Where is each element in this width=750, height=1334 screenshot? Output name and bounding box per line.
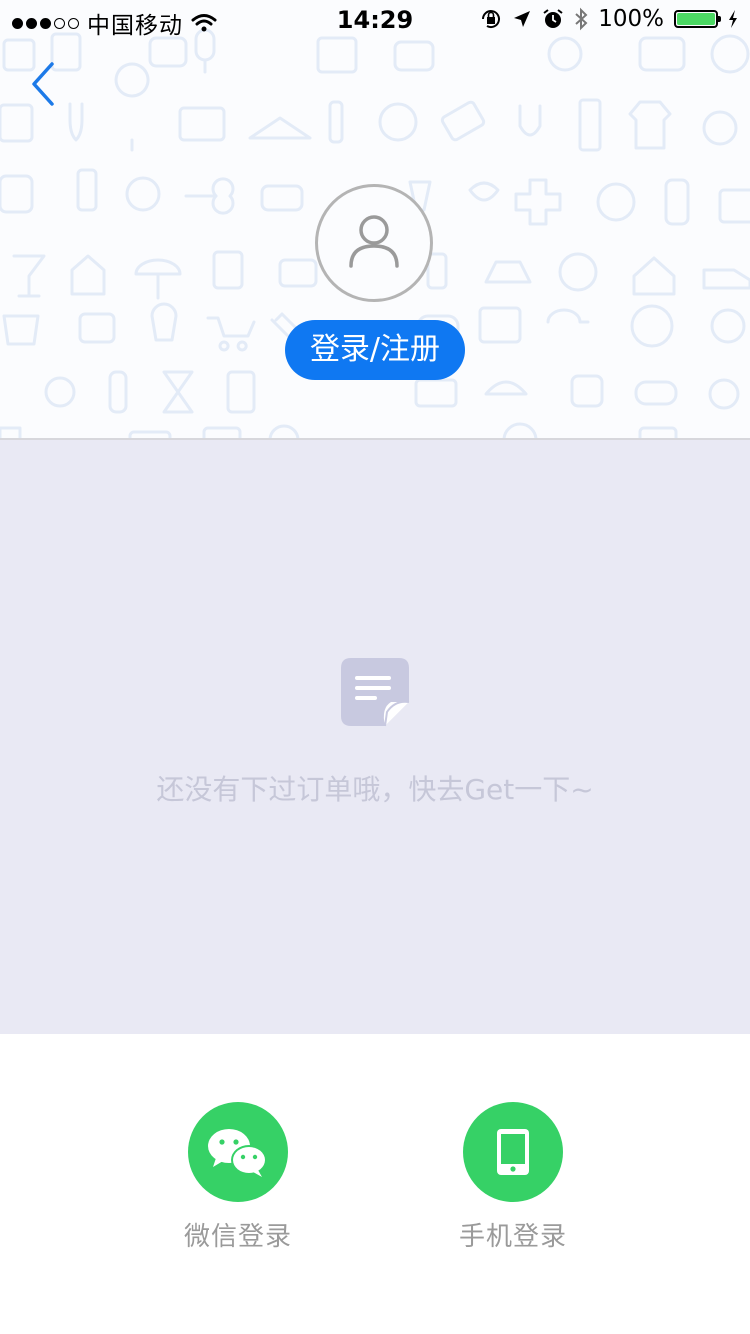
phone-login-label: 手机登录: [458, 1222, 567, 1252]
orders-page: 登录/注册 中国移动 14:29 100% 还没有下过订单哦，快去Get一下~ …: [0, 0, 750, 1334]
wechat-icon-circle[interactable]: [188, 1102, 288, 1202]
empty-orders-message: 还没有下过订单哦，快去Get一下~: [156, 773, 594, 806]
user-icon: [349, 215, 399, 268]
empty-document-icon: [341, 658, 410, 727]
avatar[interactable]: [315, 184, 433, 302]
alarm-icon: [543, 9, 563, 28]
status-bar-right: 100%: [480, 6, 738, 32]
location-icon: [514, 11, 531, 27]
wechat-icon: [208, 1129, 267, 1177]
phone-icon-circle[interactable]: [463, 1102, 563, 1202]
login-options-panel: 微信登录 手机登录: [0, 1034, 750, 1334]
battery-percentage: 100%: [598, 6, 664, 32]
phone-login-button[interactable]: 手机登录: [438, 1102, 588, 1253]
wechat-login-label: 微信登录: [183, 1222, 292, 1252]
wechat-login-button[interactable]: 微信登录: [163, 1102, 313, 1253]
battery-icon: [674, 10, 721, 28]
status-bar: 中国移动 14:29 100%: [0, 0, 750, 40]
profile-header: 登录/注册: [0, 0, 750, 440]
empty-orders-area: 还没有下过订单哦，快去Get一下~: [0, 440, 750, 1034]
login-register-button[interactable]: 登录/注册: [285, 320, 465, 380]
bluetooth-icon: [575, 7, 588, 31]
orientation-lock-icon: [482, 10, 501, 29]
back-button[interactable]: [24, 58, 64, 110]
charging-icon: [729, 10, 737, 28]
phone-icon: [497, 1129, 529, 1175]
